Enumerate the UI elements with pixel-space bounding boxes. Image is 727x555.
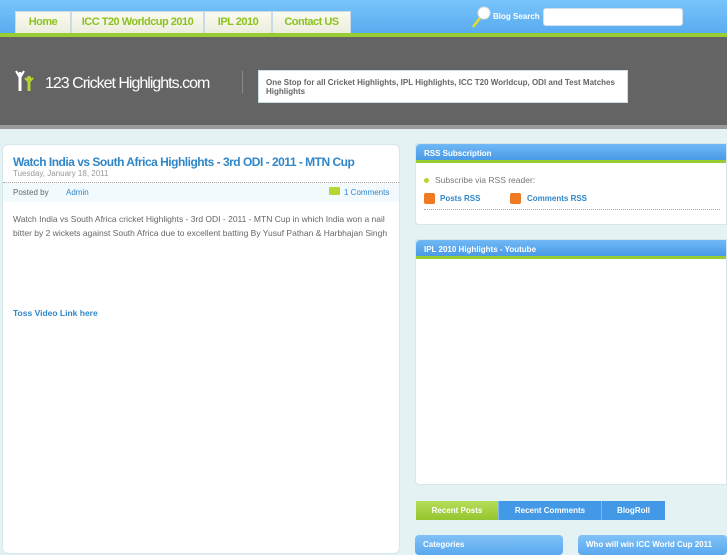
rss-text: Subscribe via RSS reader: — [435, 175, 536, 185]
posts-rss-link[interactable]: Posts RSS — [440, 194, 480, 203]
rss-widget: RSS Subscription Subscribe via RSS reade… — [415, 143, 727, 225]
tab-recent-comments[interactable]: Recent Comments — [498, 501, 601, 520]
ipl-widget-title: IPL 2010 Highlights - Youtube — [416, 240, 726, 259]
header-divider — [242, 71, 243, 93]
bullet-icon — [424, 178, 429, 183]
rss-icon — [424, 193, 435, 204]
tab-blogroll[interactable]: BlogRoll — [601, 501, 665, 520]
comments-link[interactable]: 1 Comments — [344, 188, 389, 197]
search-magnifier-icon — [472, 6, 491, 28]
rss-widget-title: RSS Subscription — [416, 144, 726, 163]
nav-home[interactable]: Home — [15, 11, 71, 33]
ipl-youtube-widget: IPL 2010 Highlights - Youtube — [415, 239, 727, 485]
rss-icon — [510, 193, 521, 204]
search-input[interactable] — [543, 8, 683, 26]
categories-widget-title: Categories — [415, 535, 563, 555]
post-body: Watch India vs South Africa cricket High… — [13, 214, 388, 238]
nav-ipl-2010[interactable]: IPL 2010 — [204, 11, 272, 33]
tab-recent-posts[interactable]: Recent Posts — [416, 501, 498, 520]
tagline: One Stop for all Cricket Highlights, IPL… — [258, 70, 628, 103]
dotted-divider — [424, 209, 720, 210]
post-meta: Posted by Admin 1 Comments — [3, 182, 399, 202]
posted-by-label: Posted by — [13, 188, 49, 197]
search-label: Blog Search — [493, 12, 540, 21]
post: Watch India vs South Africa Highlights -… — [2, 144, 400, 554]
poll-widget-title: Who will win ICC World Cup 2011 — [578, 535, 727, 555]
nav-icc-t20[interactable]: ICC T20 Worldcup 2010 — [71, 11, 204, 33]
site-logo[interactable]: 123 Cricket Highlights.com — [45, 75, 210, 93]
comment-icon — [329, 187, 340, 195]
header-border — [0, 125, 727, 129]
author-link[interactable]: Admin — [66, 188, 89, 197]
post-date: Tuesday, January 18, 2011 — [13, 169, 109, 178]
toss-video-link[interactable]: Toss Video Link here — [13, 308, 98, 318]
comments-rss-link[interactable]: Comments RSS — [527, 194, 587, 203]
logo-icon — [15, 70, 34, 91]
post-title[interactable]: Watch India vs South Africa Highlights -… — [13, 155, 355, 169]
nav-contact[interactable]: Contact US — [272, 11, 351, 33]
